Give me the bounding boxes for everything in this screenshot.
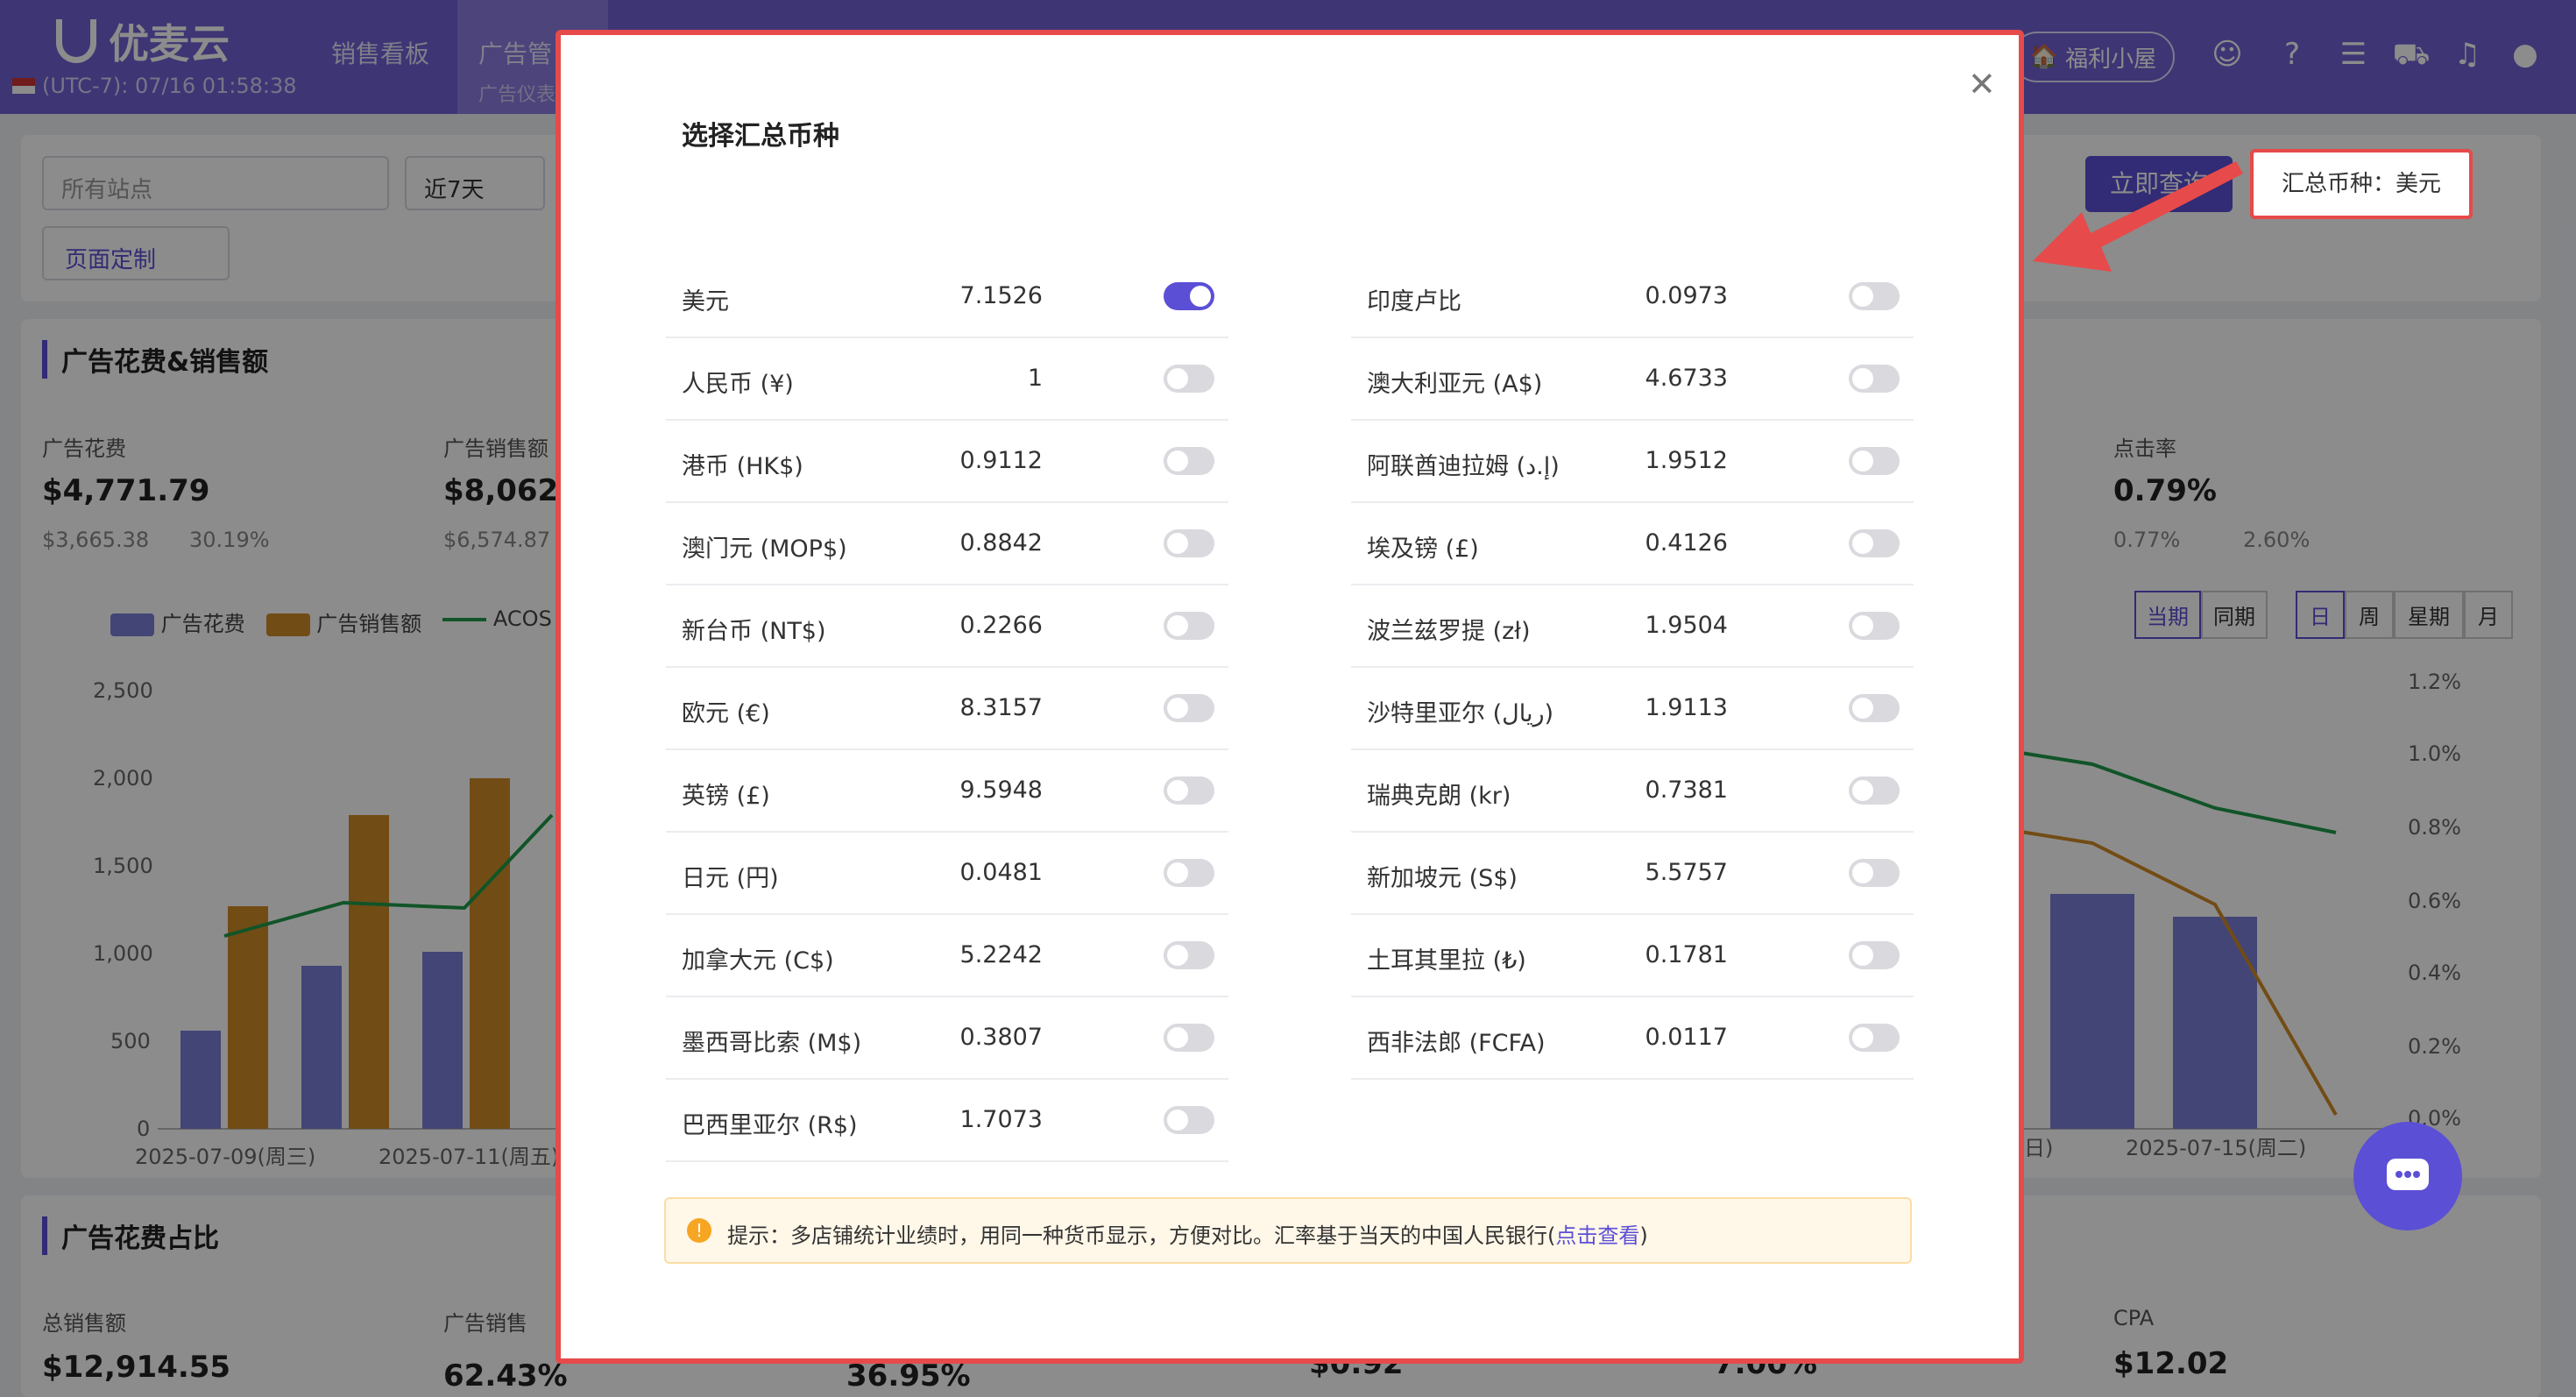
currency-toggle[interactable] (1164, 859, 1214, 887)
tip-text: 提示：多店铺统计业绩时，用同一种货币显示，方便对比。汇率基于当天的中国人民银行( (727, 1223, 1556, 1248)
currency-toggle[interactable] (1849, 612, 1900, 640)
currency-toggle[interactable] (1164, 694, 1214, 722)
currency-toggle[interactable] (1164, 941, 1214, 969)
currency-row[interactable]: 波兰兹罗提 (zł) 1.9504 (1351, 585, 1914, 668)
currency-name: 人民币 (¥) (682, 371, 794, 398)
currency-toggle[interactable] (1164, 282, 1214, 310)
exchange-rate: 1.9504 (1645, 612, 1728, 639)
currency-row[interactable]: 人民币 (¥) 1 (666, 338, 1228, 421)
currency-toggle[interactable] (1849, 529, 1900, 557)
currency-name: 美元 (682, 288, 729, 316)
exchange-rate: 0.0973 (1645, 282, 1728, 309)
currency-name: 新台币 (NT$) (682, 618, 826, 645)
exchange-rate: 0.0481 (959, 859, 1043, 886)
currency-row[interactable]: 新加坡元 (S$) 5.5757 (1351, 833, 1914, 915)
exchange-rate: 0.3807 (959, 1024, 1043, 1051)
currency-modal: 选择汇总币种 ✕ 美元 7.1526 人民币 (¥) 1 港币 (HK$) 0.9112 澳… (556, 30, 2024, 1364)
currency-name: 澳门元 (MOP$) (682, 535, 847, 563)
exchange-rate: 0.9112 (959, 447, 1043, 474)
currency-name: 印度卢比 (1367, 288, 1461, 316)
currency-toggle[interactable] (1849, 282, 1900, 310)
exchange-rate: 0.2266 (959, 612, 1043, 639)
currency-toggle[interactable] (1849, 694, 1900, 722)
close-icon[interactable]: ✕ (1968, 65, 1996, 103)
exchange-rate: 9.5948 (959, 777, 1043, 804)
currency-toggle[interactable] (1164, 612, 1214, 640)
currency-row[interactable]: 沙特里亚尔 (ريال) 1.9113 (1351, 668, 1914, 750)
exchange-rate: 0.8842 (959, 529, 1043, 557)
currency-row[interactable]: 澳大利亚元 (A$) 4.6733 (1351, 338, 1914, 421)
currency-name: 西非法郎 (FCFA) (1367, 1030, 1546, 1057)
exchange-rate: 0.1781 (1645, 941, 1728, 968)
currency-row[interactable]: 巴西里亚尔 (R$) 1.7073 (666, 1080, 1228, 1162)
chat-button[interactable] (2353, 1122, 2462, 1230)
currency-row[interactable]: 印度卢比 0.0973 (1351, 256, 1914, 338)
currency-toggle[interactable] (1849, 859, 1900, 887)
exchange-rate: 8.3157 (959, 694, 1043, 721)
currency-row[interactable]: 美元 7.1526 (666, 256, 1228, 338)
currency-row[interactable]: 港币 (HK$) 0.9112 (666, 421, 1228, 503)
currency-row[interactable]: 新台币 (NT$) 0.2266 (666, 585, 1228, 668)
exchange-rate: 7.1526 (959, 282, 1043, 309)
tip-banner: ! 提示：多店铺统计业绩时，用同一种货币显示，方便对比。汇率基于当天的中国人民银… (664, 1197, 1912, 1264)
currency-row[interactable]: 欧元 (€) 8.3157 (666, 668, 1228, 750)
currency-name: 埃及镑 (£) (1367, 535, 1479, 563)
currency-name: 新加坡元 (S$) (1367, 865, 1518, 892)
currency-toggle[interactable] (1849, 941, 1900, 969)
currency-row[interactable]: 加拿大元 (C$) 5.2242 (666, 915, 1228, 997)
currency-toggle[interactable] (1164, 777, 1214, 805)
exchange-rate: 0.7381 (1645, 777, 1728, 804)
currency-name: 英镑 (£) (682, 783, 770, 810)
currency-name: 加拿大元 (C$) (682, 947, 834, 975)
summary-currency-button-highlight[interactable]: 汇总币种：美元 (2250, 149, 2473, 219)
currency-toggle[interactable] (1849, 1024, 1900, 1052)
currency-toggle[interactable] (1164, 447, 1214, 475)
exchange-rate: 1.7073 (959, 1106, 1043, 1133)
modal-title: 选择汇总币种 (682, 121, 839, 152)
exchange-rate: 5.2242 (959, 941, 1043, 968)
currency-row[interactable]: 西非法郎 (FCFA) 0.0117 (1351, 997, 1914, 1080)
currency-toggle[interactable] (1849, 447, 1900, 475)
currency-list-right: 印度卢比 0.0973 澳大利亚元 (A$) 4.6733 阿联酋迪拉姆 (إ.د) 1.… (1351, 256, 1914, 1080)
currency-name: 日元 (円) (682, 865, 779, 892)
currency-row[interactable]: 阿联酋迪拉姆 (إ.د) 1.9512 (1351, 421, 1914, 503)
currency-name: 巴西里亚尔 (R$) (682, 1112, 858, 1139)
annotation-arrow (2033, 161, 2243, 272)
currency-row[interactable]: 土耳其里拉 (₺) 0.1781 (1351, 915, 1914, 997)
exchange-rate: 1.9113 (1645, 694, 1728, 721)
currency-row[interactable]: 墨西哥比索 (M$) 0.3807 (666, 997, 1228, 1080)
exchange-rate: 4.6733 (1645, 365, 1728, 392)
currency-name: 澳大利亚元 (A$) (1367, 371, 1543, 398)
currency-row[interactable]: 瑞典克朗 (kr) 0.7381 (1351, 750, 1914, 833)
currency-row[interactable]: 埃及镑 (£) 0.4126 (1351, 503, 1914, 585)
currency-name: 瑞典克朗 (kr) (1367, 783, 1511, 810)
currency-name: 墨西哥比索 (M$) (682, 1030, 862, 1057)
currency-toggle[interactable] (1164, 365, 1214, 393)
tip-end: ) (1639, 1223, 1648, 1248)
exchange-rate: 1 (1027, 365, 1043, 392)
currency-name: 欧元 (€) (682, 700, 770, 727)
currency-toggle[interactable] (1849, 777, 1900, 805)
currency-row[interactable]: 澳门元 (MOP$) 0.8842 (666, 503, 1228, 585)
currency-name: 港币 (HK$) (682, 453, 803, 480)
currency-toggle[interactable] (1164, 1106, 1214, 1134)
currency-toggle[interactable] (1164, 1024, 1214, 1052)
currency-name: 波兰兹罗提 (zł) (1367, 618, 1531, 645)
currency-toggle[interactable] (1164, 529, 1214, 557)
exchange-rate: 0.0117 (1645, 1024, 1728, 1051)
currency-name: 沙特里亚尔 (ريال) (1367, 700, 1554, 727)
exchange-rate: 0.4126 (1645, 529, 1728, 557)
warning-icon: ! (687, 1218, 711, 1243)
chat-icon (2387, 1159, 2429, 1190)
currency-name: 阿联酋迪拉姆 (إ.د) (1367, 453, 1560, 480)
currency-row[interactable]: 英镑 (£) 9.5948 (666, 750, 1228, 833)
tip-link[interactable]: 点击查看 (1555, 1223, 1639, 1248)
currency-row[interactable]: 日元 (円) 0.0481 (666, 833, 1228, 915)
exchange-rate: 5.5757 (1645, 859, 1728, 886)
currency-list-left: 美元 7.1526 人民币 (¥) 1 港币 (HK$) 0.9112 澳门元 (MOP$)… (666, 256, 1228, 1162)
currency-name: 土耳其里拉 (₺) (1367, 947, 1526, 975)
currency-toggle[interactable] (1849, 365, 1900, 393)
exchange-rate: 1.9512 (1645, 447, 1728, 474)
